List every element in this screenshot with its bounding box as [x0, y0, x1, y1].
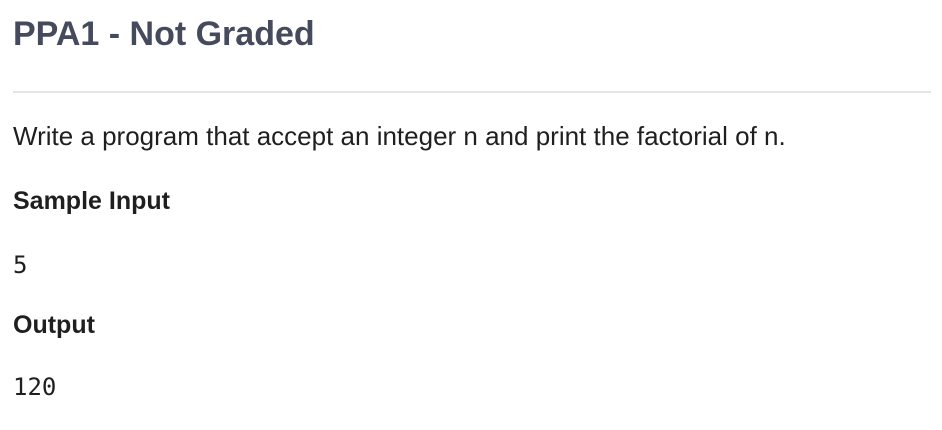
output-value: 120	[13, 373, 57, 401]
page-title: PPA1 - Not Graded	[13, 15, 315, 53]
problem-page: PPA1 - Not Graded Write a program that a…	[0, 0, 942, 430]
problem-description: Write a program that accept an integer n…	[13, 121, 786, 151]
sample-input-value: 5	[13, 251, 28, 279]
output-heading: Output	[13, 311, 95, 339]
title-divider	[13, 91, 931, 93]
sample-input-heading: Sample Input	[13, 187, 170, 215]
